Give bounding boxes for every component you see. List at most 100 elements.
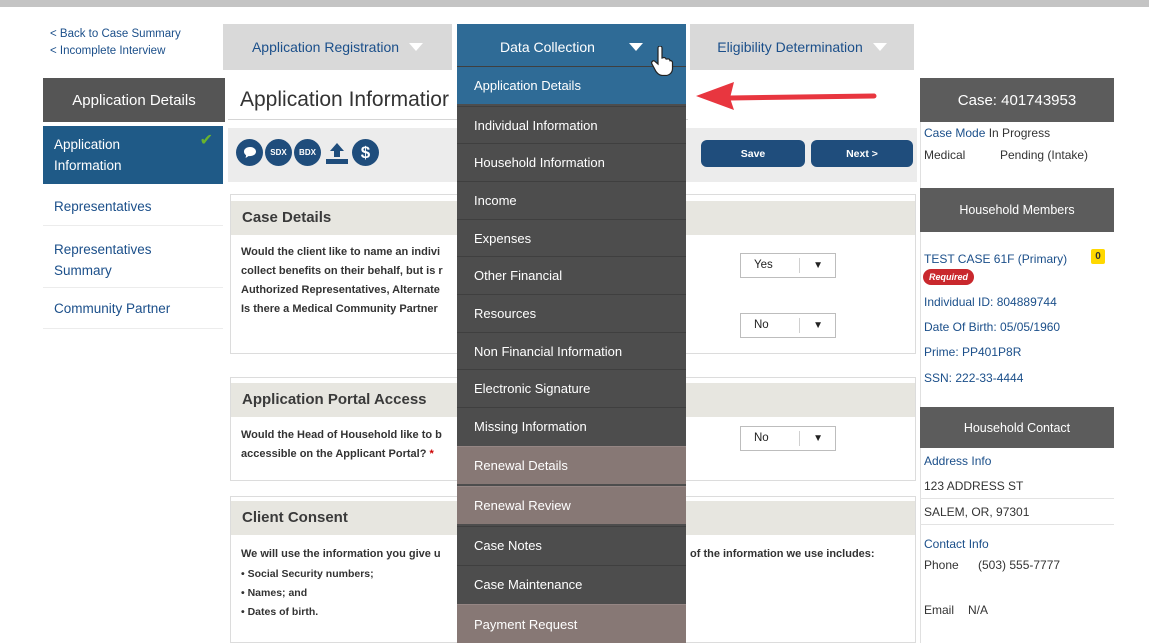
sidebar-item-application-information[interactable]: Application Information ✔ — [43, 126, 223, 184]
sidebar-item-representatives-summary[interactable]: Representatives Summary — [43, 239, 193, 281]
next-button[interactable]: Next > — [811, 140, 913, 167]
household-members-header: Household Members — [920, 188, 1114, 232]
consent-text: We will use the information you give u — [241, 548, 441, 560]
bdx-icon[interactable]: BDX — [294, 139, 321, 166]
divider — [799, 258, 800, 273]
question-label: accessible on the Applicant Portal? — [241, 448, 427, 460]
caret-down-icon: ▼ — [813, 260, 823, 271]
divider — [43, 287, 223, 288]
menu-item-renewal-review[interactable]: Renewal Review — [457, 486, 686, 524]
hand-cursor-icon — [650, 45, 674, 77]
list-item: • Social Security numbers; — [241, 568, 374, 580]
date-of-birth: Date Of Birth: 05/05/1960 — [924, 320, 1061, 334]
prime-id: Prime: PP401P8R — [924, 345, 1022, 359]
menu-item-income[interactable]: Income — [457, 181, 686, 219]
phone-value: (503) 555-7777 — [978, 558, 1061, 572]
divider — [43, 328, 223, 329]
sidebar-item-label: Community Partner — [54, 301, 171, 316]
tab-label: Application Registration — [251, 39, 400, 55]
caret-down-icon: ▼ — [813, 320, 823, 331]
address-line-1: 123 ADDRESS ST — [924, 479, 1024, 493]
sidebar-item-label: Representatives — [54, 199, 152, 214]
menu-item-resources[interactable]: Resources — [457, 294, 686, 332]
case-mode-value: In Progress — [988, 126, 1051, 140]
save-button[interactable]: Save — [701, 140, 805, 167]
required-asterisk: * — [429, 448, 434, 460]
consent-text: of the information we use includes: — [690, 548, 875, 560]
caret-down-icon: ▼ — [813, 433, 823, 444]
question-text: accessible on the Applicant Portal? * — [241, 445, 434, 464]
menu-item-household-information[interactable]: Household Information — [457, 143, 686, 181]
consent-bullet-list: • Social Security numbers; • Names; and … — [241, 565, 374, 622]
top-rule — [0, 0, 1149, 7]
tab-label: Data Collection — [500, 39, 595, 55]
chevron-down-icon — [628, 43, 643, 51]
list-item: • Dates of birth. — [241, 606, 319, 618]
address-line-2: SALEM, OR, 97301 — [924, 505, 1030, 519]
sidebar-item-label: Application Information — [54, 137, 122, 173]
case-mode-label: Case Mode — [924, 126, 986, 140]
upload-icon[interactable] — [323, 139, 350, 166]
address-info-label: Address Info — [924, 454, 992, 468]
menu-item-electronic-signature[interactable]: Electronic Signature — [457, 369, 686, 407]
incomplete-interview-link[interactable]: < Incomplete Interview — [50, 43, 181, 60]
sidebar-item-community-partner[interactable]: Community Partner — [43, 298, 223, 319]
checkmark-icon: ✔ — [199, 132, 213, 149]
menu-item-expenses[interactable]: Expenses — [457, 219, 686, 257]
medical-label: Medical — [924, 148, 966, 162]
menu-item-case-maintenance[interactable]: Case Maintenance — [457, 565, 686, 603]
individual-id: Individual ID: 804889744 — [924, 295, 1057, 309]
sdx-icon[interactable]: SDX — [265, 139, 292, 166]
sidebar-item-representatives[interactable]: Representatives — [43, 196, 223, 217]
member-count-badge: 0 — [1091, 249, 1105, 264]
question-text: collect benefits on their behalf, but is… — [241, 265, 443, 277]
case-mode: Case Mode In Progress — [924, 124, 1050, 142]
divider — [43, 225, 223, 226]
name-representative-select[interactable]: Yes ▼ — [740, 253, 836, 278]
tab-eligibility-determination[interactable]: Eligibility Determination — [690, 24, 914, 70]
divider — [799, 431, 800, 446]
tab-label: Eligibility Determination — [717, 39, 863, 55]
select-value: Yes — [754, 259, 773, 271]
portal-access-select[interactable]: No ▼ — [740, 426, 836, 451]
menu-item-payment-request[interactable]: Payment Request — [457, 604, 686, 643]
back-to-case-summary-link[interactable]: < Back to Case Summary — [50, 26, 181, 43]
dollar-icon[interactable]: $ — [352, 139, 379, 166]
community-partner-select[interactable]: No ▼ — [740, 313, 836, 338]
case-number-header: Case: 401743953 — [920, 78, 1114, 122]
menu-item-individual-information[interactable]: Individual Information — [457, 106, 686, 144]
divider — [920, 524, 1114, 525]
email-value: N/A — [968, 603, 989, 617]
annotation-arrow-icon — [696, 82, 877, 110]
menu-item-non-financial-information[interactable]: Non Financial Information — [457, 332, 686, 370]
sdx-label: SDX — [270, 148, 287, 157]
household-contact-header: Household Contact — [920, 407, 1114, 448]
chat-icon[interactable] — [236, 139, 263, 166]
menu-item-case-notes[interactable]: Case Notes — [457, 526, 686, 564]
ssn: SSN: 222-33-4444 — [924, 371, 1024, 385]
sidebar-header: Application Details — [43, 78, 225, 122]
menu-item-renewal-details[interactable]: Renewal Details — [457, 446, 686, 484]
required-badge: Required — [923, 269, 975, 285]
select-value: No — [754, 432, 769, 444]
chevron-down-icon — [872, 43, 887, 51]
menu-item-other-financial[interactable]: Other Financial — [457, 256, 686, 294]
menu-item-missing-information[interactable]: Missing Information — [457, 407, 686, 445]
question-text: Authorized Representatives, Alternate — [241, 284, 440, 296]
tab-application-registration[interactable]: Application Registration — [223, 24, 452, 70]
question-text: Is there a Medical Community Partner — [241, 303, 438, 315]
medical-status: Pending (Intake) — [1000, 148, 1089, 162]
contact-info-label: Contact Info — [924, 537, 989, 551]
sidebar-item-label: Representatives Summary — [54, 242, 152, 278]
question-text: Would the Head of Household like to b — [241, 429, 442, 441]
chevron-down-icon — [409, 43, 424, 51]
phone-label: Phone — [924, 558, 959, 572]
question-text: Would the client like to name an indivi — [241, 246, 441, 258]
bdx-label: BDX — [299, 148, 316, 157]
member-name-link[interactable]: TEST CASE 61F (Primary) — [924, 250, 1067, 268]
list-item: • Names; and — [241, 587, 308, 599]
back-links: < Back to Case Summary < Incomplete Inte… — [50, 26, 181, 60]
divider — [920, 498, 1114, 499]
select-value: No — [754, 319, 769, 331]
email-label: Email — [924, 603, 955, 617]
